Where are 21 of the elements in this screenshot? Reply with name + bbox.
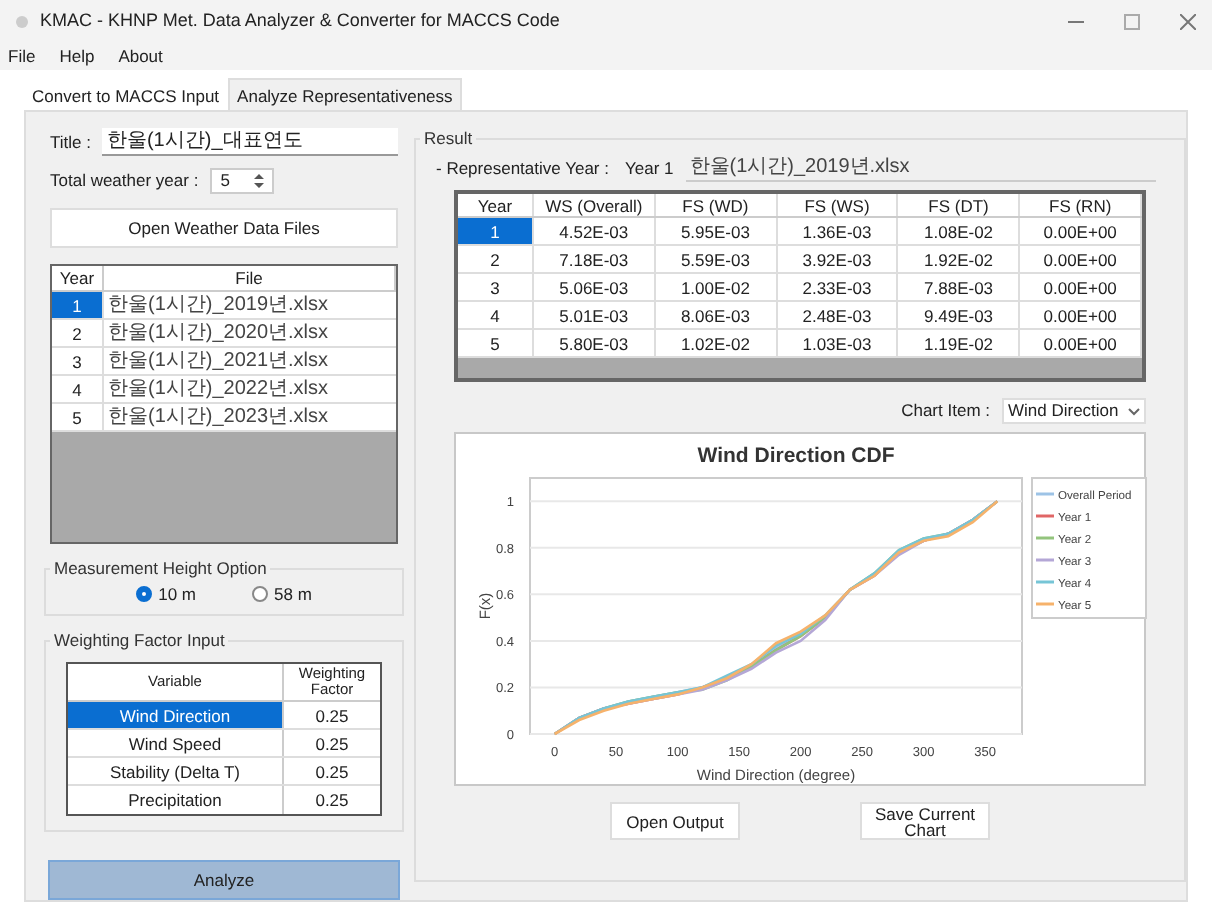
representative-label: - Representative Year : <box>436 156 609 182</box>
column-header: FS (WS) <box>777 194 899 216</box>
radio-label: 58 m <box>274 582 312 608</box>
window-title: KMAC - KHNP Met. Data Analyzer & Converter for MACCS Code <box>40 8 560 35</box>
group-title: Weighting Factor Input <box>50 628 229 652</box>
column-header: File <box>104 266 396 290</box>
radio-label: 10 m <box>158 582 196 608</box>
title-label: Title : <box>50 129 91 155</box>
years-label: Total weather year : <box>50 167 199 193</box>
chart-item-label: Chart Item : <box>901 398 990 424</box>
chart-title: Wind Direction CDF <box>697 444 895 468</box>
group-title: Result <box>420 126 477 150</box>
column-header: Year <box>458 194 534 216</box>
column-header: FS (RN) <box>1020 194 1142 216</box>
column-header: Year <box>52 266 104 290</box>
representative-file-field: 한울(1시간)_2019년.xlsx <box>685 156 1156 182</box>
column-header: FS (WD) <box>655 194 778 216</box>
representative-year: Year 1 <box>624 156 674 182</box>
group-title: Measurement Height Option <box>50 556 271 580</box>
column-header: WS (Overall) <box>534 194 656 216</box>
column-header: FS (DT) <box>898 194 1021 216</box>
